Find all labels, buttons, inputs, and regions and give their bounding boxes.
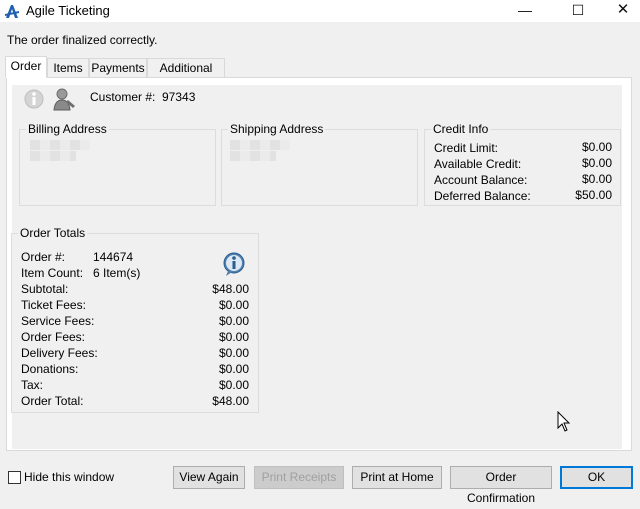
deferred-balance-label: Deferred Balance: (434, 189, 531, 203)
credit-limit-label: Credit Limit: (434, 141, 499, 155)
shipping-address-group: Shipping Address (221, 122, 418, 206)
order-confirmation-button[interactable]: Order Confirmation (450, 466, 552, 505)
tax-label: Tax: (21, 378, 44, 392)
window-title: Agile Ticketing (26, 3, 110, 18)
order-totals-title: Order Totals (18, 226, 88, 240)
tab-payments[interactable]: Payments (89, 58, 147, 78)
maximize-button[interactable]: ☐ (555, 0, 601, 22)
subtotal-value: $48.00 (212, 282, 249, 296)
shipping-address-redacted-2 (230, 151, 276, 161)
view-again-button[interactable]: View Again (173, 466, 245, 489)
item-count-label: Item Count: (21, 266, 84, 280)
tab-additional-info[interactable]: Additional Info (147, 58, 225, 93)
ticket-fees-value: $0.00 (218, 298, 249, 312)
customer-user-icon[interactable] (51, 86, 77, 112)
service-fees-label: Service Fees: (21, 314, 95, 328)
hide-window-label[interactable]: Hide this window (24, 470, 114, 484)
deferred-balance-value: $50.00 (575, 188, 612, 202)
order-number-value: 144674 (93, 250, 134, 264)
app-logo-icon (5, 5, 19, 18)
order-info-icon[interactable] (222, 251, 248, 277)
donations-label: Donations: (21, 362, 79, 376)
billing-address-redacted-2 (30, 151, 76, 161)
delivery-fees-value: $0.00 (218, 346, 249, 360)
tab-items[interactable]: Items (47, 58, 89, 78)
ok-button[interactable]: OK (560, 466, 633, 489)
hide-window-checkbox[interactable] (8, 471, 21, 484)
order-fees-value: $0.00 (218, 330, 249, 344)
credit-info-group: Credit Info Credit Limit: $0.00 Availabl… (424, 122, 621, 206)
shipping-address-redacted (230, 140, 290, 150)
account-balance-label: Account Balance: (434, 173, 528, 187)
order-fees-label: Order Fees: (21, 330, 86, 344)
shipping-address-title: Shipping Address (228, 122, 326, 136)
available-credit-value: $0.00 (581, 156, 612, 170)
order-number-label: Order #: (21, 250, 66, 264)
billing-address-group: Billing Address (19, 122, 216, 206)
close-button[interactable]: ✕ (600, 0, 640, 22)
ticket-fees-label: Ticket Fees: (21, 298, 86, 312)
billing-address-redacted (30, 140, 90, 150)
customer-number-label: Customer #: (90, 90, 156, 104)
credit-info-title: Credit Info (431, 122, 491, 136)
status-message: The order finalized correctly. (7, 33, 158, 47)
available-credit-label: Available Credit: (434, 157, 522, 171)
order-total-label: Order Total: (21, 394, 84, 408)
account-balance-value: $0.00 (581, 172, 612, 186)
mouse-cursor-icon (557, 411, 571, 432)
tax-value: $0.00 (218, 378, 249, 392)
subtotal-label: Subtotal: (21, 282, 69, 296)
service-fees-value: $0.00 (218, 314, 249, 328)
item-count-value: 6 Item(s) (93, 266, 141, 280)
order-totals-group: Order Totals Order #: 144674 Item Count:… (11, 226, 259, 413)
minimize-button[interactable]: — (502, 0, 548, 22)
print-at-home-button[interactable]: Print at Home (352, 466, 442, 489)
delivery-fees-label: Delivery Fees: (21, 346, 98, 360)
billing-address-title: Billing Address (26, 122, 109, 136)
print-receipts-button[interactable]: Print Receipts (254, 466, 344, 489)
tab-order[interactable]: Order (5, 56, 47, 78)
credit-limit-value: $0.00 (581, 140, 612, 154)
title-bar: Agile Ticketing — ☐ ✕ (0, 0, 640, 22)
order-total-value: $48.00 (212, 394, 249, 408)
info-icon[interactable] (22, 88, 46, 112)
customer-number-value: 97343 (162, 90, 196, 104)
donations-value: $0.00 (218, 362, 249, 376)
